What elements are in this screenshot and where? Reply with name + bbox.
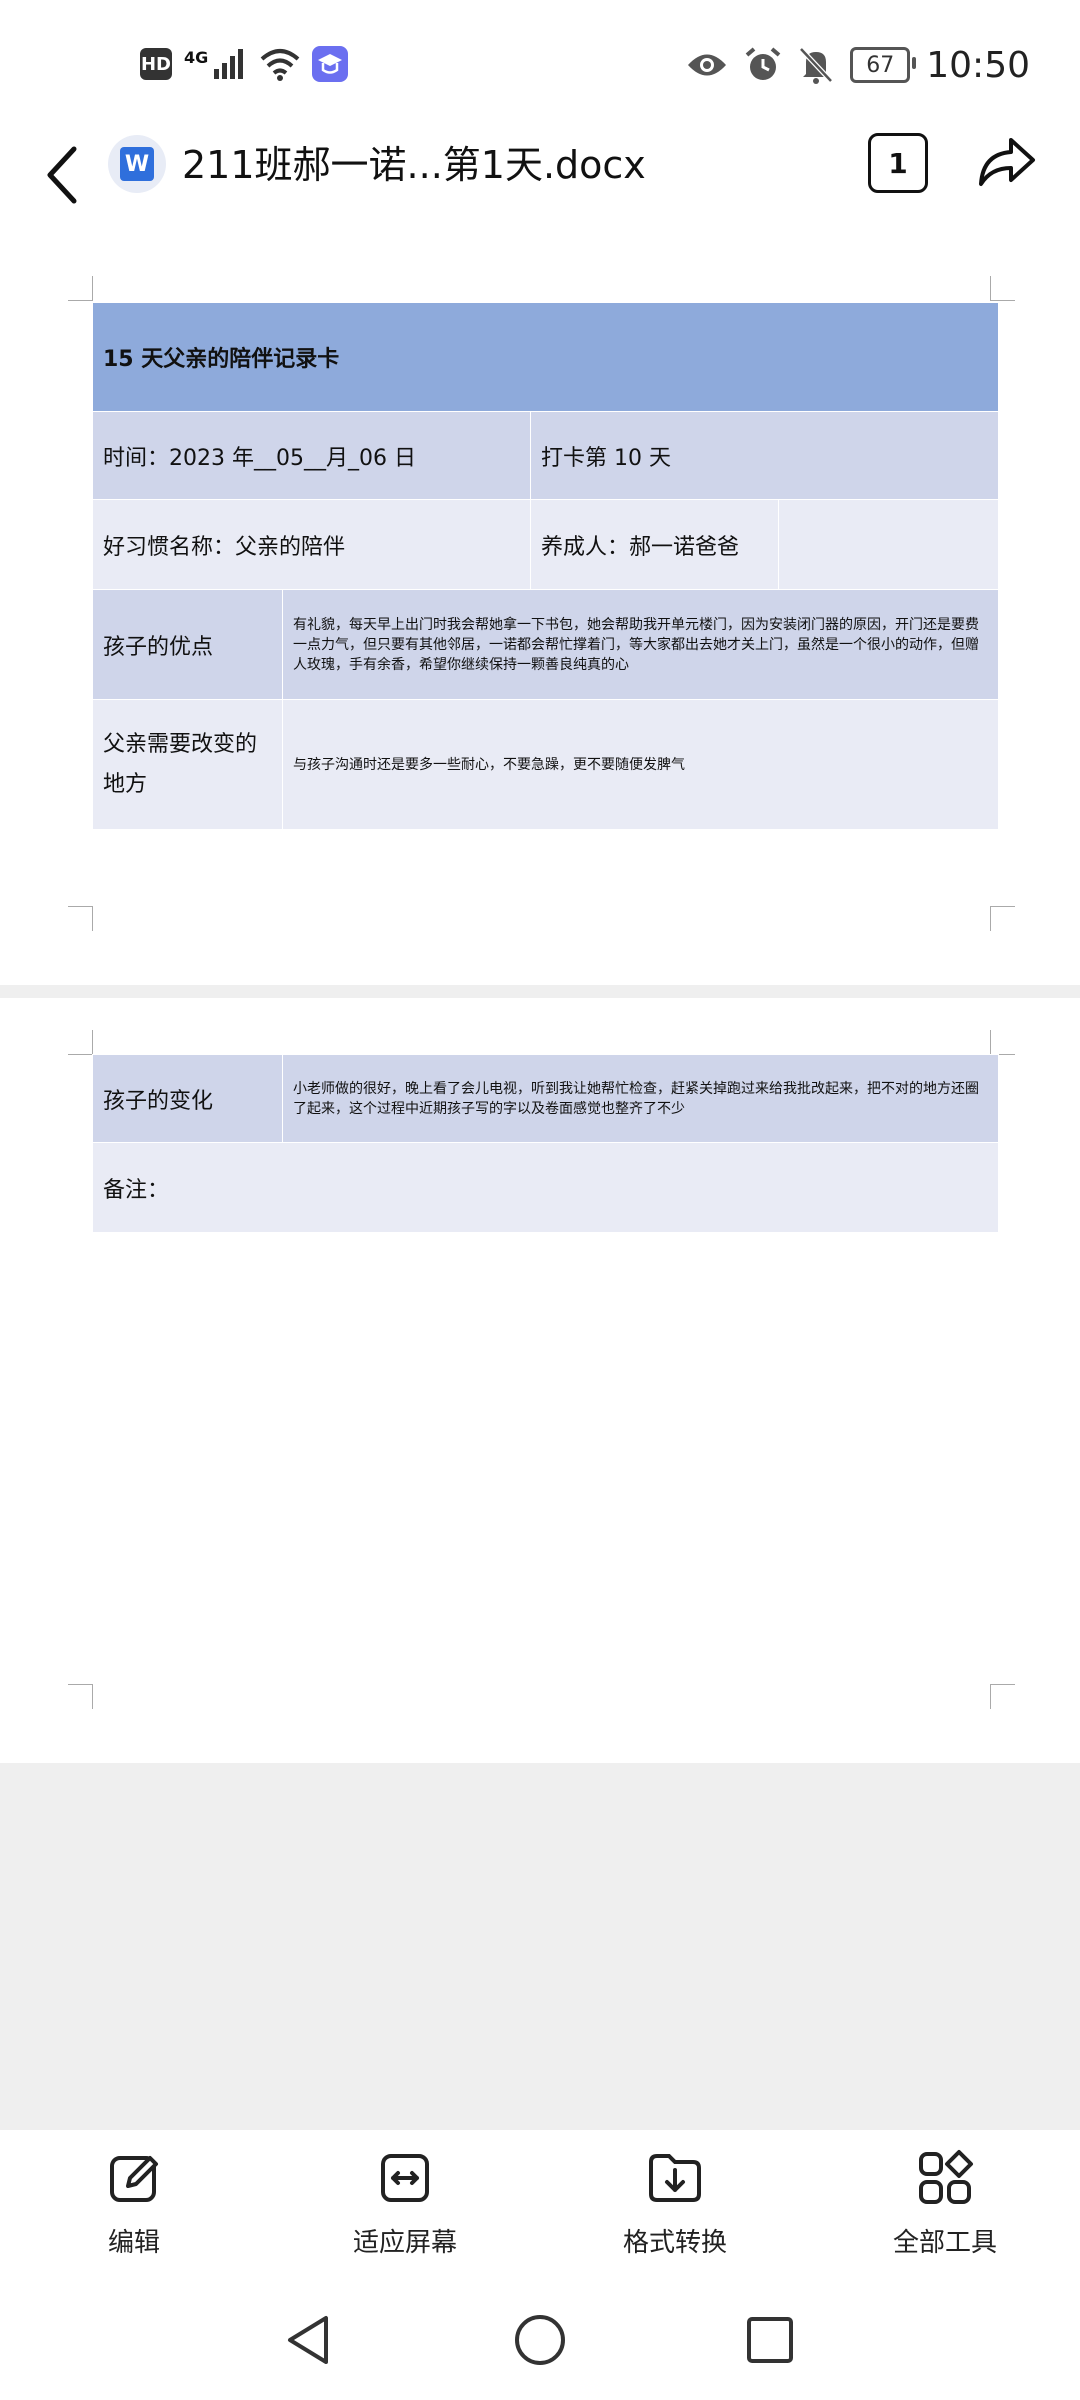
fit-screen-button[interactable]: 适应屏幕 — [315, 2148, 495, 2259]
page-corner-mark — [68, 1684, 93, 1709]
hd-badge: HD — [140, 48, 172, 80]
date-cell: 时间：2023 年__05__月_06 日 — [92, 411, 531, 500]
nav-home-icon[interactable] — [510, 2310, 570, 2370]
nav-back-icon[interactable] — [280, 2310, 340, 2370]
document-page-1: 15 天父亲的陪伴记录卡 时间：2023 年__05__月_06 日 打卡第 1… — [0, 220, 1080, 985]
system-nav-bar — [0, 2280, 1080, 2400]
strengths-text: 有礼貌，每天早上出门时我会帮她拿一下书包，她会帮助我开单元楼门，因为安装闭门器的… — [281, 589, 1000, 700]
edit-label: 编辑 — [107, 2228, 160, 2258]
status-bar: HD 4G 67 10:50 — [0, 0, 1080, 125]
habit-name-cell: 好习惯名称：父亲的陪伴 — [92, 499, 531, 590]
fit-screen-icon — [381, 2154, 429, 2202]
status-right: 67 10:50 — [686, 40, 1030, 90]
alarm-icon — [745, 47, 781, 80]
format-convert-button[interactable]: 格式转换 — [585, 2148, 765, 2259]
fit-screen-label: 适应屏幕 — [352, 2228, 457, 2258]
bottom-toolbar: 编辑 适应屏幕 格式转换 全部工具 — [0, 2130, 1080, 2280]
download-folder-icon — [649, 2154, 701, 2202]
child-change-label: 孩子的变化 — [92, 1054, 283, 1143]
eye-comfort-icon — [688, 54, 727, 76]
edit-icon — [110, 2156, 158, 2202]
father-change-text: 与孩子沟通时还是要多一些耐心，不要急躁，更不要随便发脾气 — [281, 699, 1000, 830]
page-corner-mark — [990, 1030, 1015, 1055]
page-count-button[interactable]: 1 — [868, 133, 928, 193]
nav-recents-icon[interactable] — [740, 2310, 800, 2370]
child-change-text: 小老师做的很好，晚上看了会儿电视，听到我让她帮忙检查，赶紧关掉跑过来给我批改起来… — [282, 1054, 999, 1143]
card-title: 15 天父亲的陪伴记录卡 — [91, 302, 1000, 412]
mute-icon — [799, 47, 834, 84]
document-viewer[interactable]: 15 天父亲的陪伴记录卡 时间：2023 年__05__月_06 日 打卡第 1… — [0, 220, 1080, 2130]
wifi-icon — [260, 49, 300, 81]
document-title: 211班郝一诺...第1天.docx — [182, 143, 646, 187]
format-convert-label: 格式转换 — [622, 2228, 727, 2258]
page-corner-mark — [990, 906, 1015, 931]
record-card-table: 15 天父亲的陪伴记录卡 时间：2023 年__05__月_06 日 打卡第 1… — [91, 302, 1000, 830]
page-corner-mark — [68, 276, 93, 301]
share-icon — [979, 138, 1035, 186]
strengths-label: 孩子的优点 — [92, 589, 283, 700]
app-bar: W 211班郝一诺...第1天.docx 1 — [0, 125, 1080, 221]
chevron-left-icon — [47, 146, 77, 204]
empty-cell — [777, 499, 1000, 590]
status-left: HD 4G — [140, 44, 349, 84]
apps-grid-icon — [919, 2150, 973, 2204]
page-corner-mark — [990, 1684, 1015, 1709]
document-page-2: 孩子的变化 小老师做的很好，晚上看了会儿电视，听到我让她帮忙检查，赶紧关掉跑过来… — [0, 998, 1080, 1763]
page-corner-mark — [68, 906, 93, 931]
cultivator-cell: 养成人：郝一诺爸爸 — [530, 499, 779, 590]
network-type: 4G — [184, 47, 209, 67]
word-file-icon: W — [108, 135, 166, 193]
father-change-label: 父亲需要改变的地方 — [92, 699, 283, 830]
all-tools-label: 全部工具 — [892, 2228, 997, 2258]
clock: 10:50 — [926, 44, 1030, 86]
education-app-icon — [312, 46, 349, 82]
checkin-cell: 打卡第 10 天 — [529, 411, 1000, 500]
page-corner-mark — [68, 1030, 93, 1055]
share-button[interactable] — [975, 130, 1039, 194]
page-corner-mark — [990, 276, 1015, 301]
battery-indicator: 67 — [850, 47, 917, 83]
record-card-table-continued: 孩子的变化 小老师做的很好，晚上看了会儿电视，听到我让她帮忙检查，赶紧关掉跑过来… — [92, 1054, 999, 1233]
back-button[interactable] — [36, 135, 96, 215]
all-tools-button[interactable]: 全部工具 — [855, 2148, 1035, 2259]
remarks-cell: 备注： — [92, 1142, 999, 1233]
edit-button[interactable]: 编辑 — [44, 2148, 224, 2259]
signal-icon — [214, 49, 244, 79]
